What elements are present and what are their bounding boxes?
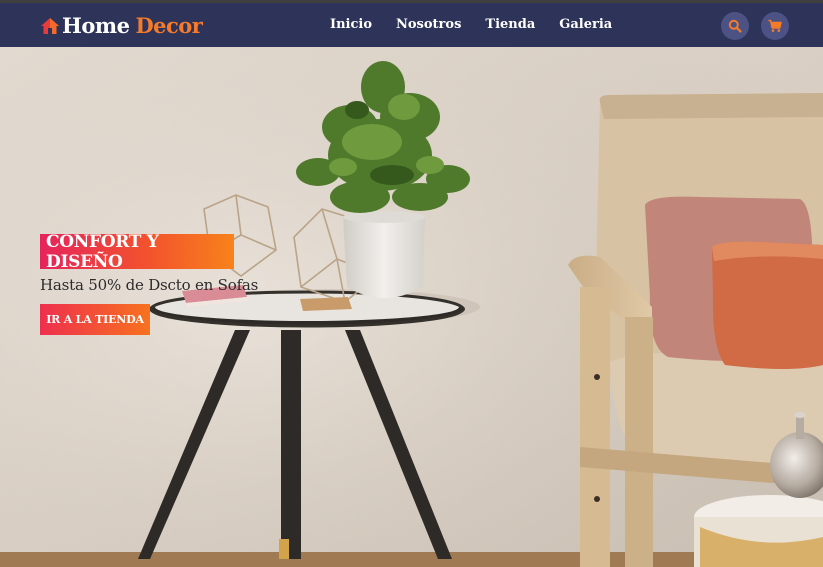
brand-word-decor: Decor [135,13,203,38]
nav-item-inicio[interactable]: Inicio [330,17,372,32]
hero-subtitle: Hasta 50% de Dscto en Sofas [40,276,259,294]
cart-button[interactable] [761,12,789,40]
search-button[interactable] [721,12,749,40]
nav-item-nosotros[interactable]: Nosotros [396,17,461,32]
nav-item-galeria[interactable]: Galeria [559,17,612,32]
navbar: Home Decor Inicio Nosotros Tienda Galeri… [0,3,823,47]
cart-icon [768,19,782,32]
brand-word-home: Home [62,13,130,38]
hero-banner: CONFORT Y DISEÑO Hasta 50% de Dscto en S… [0,47,823,567]
search-icon [728,19,742,33]
brand-logo[interactable]: Home Decor [40,13,203,38]
main-menu: Inicio Nosotros Tienda Galeria [330,17,636,32]
nav-item-tienda[interactable]: Tienda [485,17,535,32]
house-icon [41,17,59,34]
hero-tag: CONFORT Y DISEÑO [40,232,234,272]
shop-now-button[interactable]: IR A LA TIENDA [40,304,150,335]
